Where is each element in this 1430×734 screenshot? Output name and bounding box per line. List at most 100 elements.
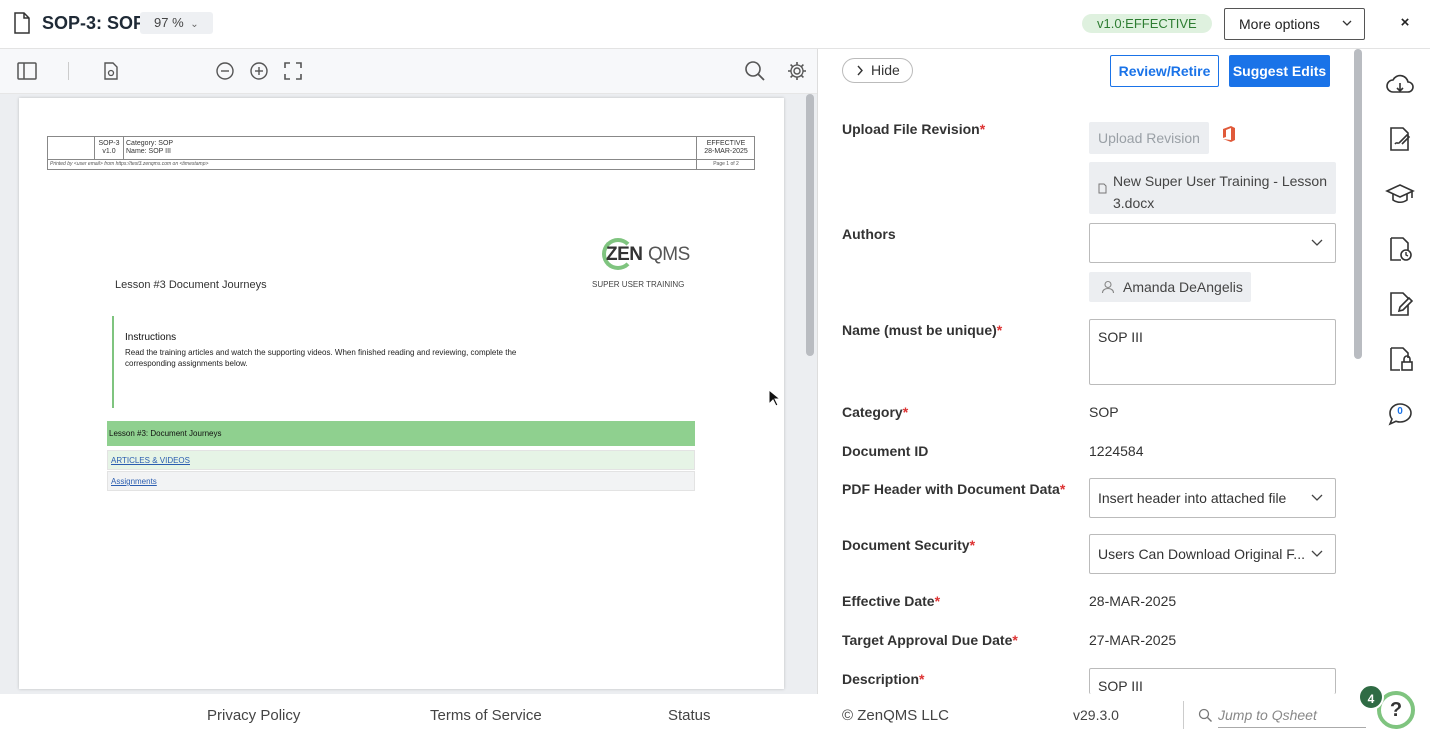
more-options-button[interactable]: More options [1224,8,1365,40]
pdf-category: Category: SOP [126,140,174,147]
zoom-in-icon[interactable] [248,60,270,82]
description-label: Description* [842,671,925,687]
pdf-header-label: PDF Header with Document Data* [842,481,1066,497]
sidebar-toggle-icon[interactable] [16,60,38,82]
chevron-down-icon [1311,550,1323,557]
top-bar [0,0,1430,49]
document-id-label: Document ID [842,443,929,459]
upload-file-revision-label: Upload File Revision* [842,121,986,137]
name-label: Name (must be unique)* [842,322,1003,338]
file-icon [1098,183,1107,194]
office-icon[interactable] [1221,125,1237,143]
authors-label: Authors [842,226,896,242]
qsheet-search-input[interactable]: Jump to Qsheet [1218,707,1317,723]
chevron-down-icon [1311,239,1323,246]
pdf-page [19,98,784,689]
search-icon[interactable] [744,60,766,82]
comment-count: 0 [1397,406,1403,417]
zenqms-logo: ZEN QMS SUPER USER TRAINING [592,238,702,294]
pdf-header-divider [123,136,124,159]
zoom-value: 97 % [154,15,184,30]
user-icon [1101,280,1115,294]
pdf-status: EFFECTIVE [706,140,746,147]
pdf-effective-date: 28-MAR-2025 [704,148,748,155]
effective-date-label: Effective Date* [842,593,941,609]
author-name: Amanda DeAngelis [1123,279,1243,295]
document-security-label: Document Security* [842,537,976,553]
pdf-table-header: Lesson #3: Document Journeys [107,421,695,446]
attached-file-chip[interactable]: New Super User Training - Lesson 3.docx [1089,162,1336,214]
category-label: Category* [842,404,909,420]
document-security-selected: Users Can Download Original F... [1098,546,1305,562]
viewer-scrollbar[interactable] [806,94,814,356]
pdf-printed-by: Printed by <user email> from https://tes… [50,161,209,167]
attached-file-name: New Super User Training - Lesson 3.docx [1113,173,1327,211]
pdf-doc-id: SOP-3 [98,140,120,147]
pdf-doc-version: v1.0 [102,148,116,155]
toolbar-divider [68,62,69,80]
logo-subtitle: SUPER USER TRAINING [592,280,685,289]
document-security-select[interactable]: Users Can Download Original F... [1089,534,1336,574]
author-chip[interactable]: Amanda DeAngelis [1089,272,1251,302]
pdf-name: Name: SOP III [126,148,171,155]
articles-videos-link[interactable]: ARTICLES & VIDEOS [111,456,190,465]
authors-select[interactable] [1089,223,1336,263]
hide-panel-button[interactable]: Hide [842,58,913,83]
help-notification-badge: 4 [1358,684,1384,710]
chevron-down-icon [1311,494,1323,501]
assignments-link[interactable]: Assignments [111,477,157,486]
target-approval-label: Target Approval Due Date* [842,632,1018,648]
suggest-edits-button[interactable]: Suggest Edits [1229,55,1330,87]
copyright: © ZenQMS LLC [842,707,949,724]
zoom-select[interactable]: 97 % ⌄ [140,12,213,34]
document-lock-icon[interactable] [1385,344,1415,374]
chevron-down-icon: ⌄ [190,19,199,30]
fullscreen-icon[interactable] [282,60,304,82]
search-icon [1198,708,1212,722]
app-version: v29.3.0 [1073,707,1119,723]
panel-scrollbar[interactable] [1354,49,1362,359]
chevron-down-icon [1342,20,1352,26]
chevron-right-icon [857,65,863,76]
panel-divider [817,49,818,694]
edit-document-icon[interactable] [1385,289,1415,319]
terms-of-service-link[interactable]: Terms of Service [430,707,542,724]
review-retire-button[interactable]: Review/Retire [1110,55,1219,87]
comment-button[interactable]: 0 [1385,399,1415,429]
pdf-header-rule [47,159,755,160]
status-badge: v1.0:EFFECTIVE [1082,14,1212,33]
effective-date-value: 28-MAR-2025 [1089,593,1177,609]
close-button[interactable]: × [1396,14,1414,32]
mouse-cursor-icon [768,389,780,407]
category-value: SOP [1089,404,1119,420]
instructions-accent-bar [112,316,114,408]
document-id-value: 1224584 [1089,443,1144,459]
description-textarea[interactable]: SOP III [1089,668,1336,694]
pdf-header-divider [94,136,95,159]
footer-divider [1183,701,1184,729]
privacy-policy-link[interactable]: Privacy Policy [207,707,300,724]
document-icon [13,12,31,34]
gear-icon[interactable] [786,60,808,82]
pdf-page-number: Page 1 of 2 [713,161,739,167]
pdf-header-selected: Insert header into attached file [1098,490,1287,506]
training-cap-icon[interactable] [1385,179,1415,209]
hide-label: Hide [871,62,900,78]
pdf-header-select[interactable]: Insert header into attached file [1089,478,1336,518]
more-options-label: More options [1239,16,1320,32]
document-history-icon[interactable] [1385,234,1415,264]
upload-revision-button[interactable]: Upload Revision [1089,122,1209,154]
status-link[interactable]: Status [668,707,711,724]
qsheet-input-underline [1218,727,1366,728]
page-settings-icon[interactable] [100,60,122,82]
pdf-instructions-text: Read the training articles and watch the… [125,348,517,368]
pdf-lesson-title: Lesson #3 Document Journeys [115,279,267,291]
target-approval-value: 27-MAR-2025 [1089,632,1177,648]
viewer-toolbar [0,49,818,94]
name-textarea[interactable]: SOP III [1089,319,1336,385]
pdf-link-row: Assignments [107,471,695,491]
sign-document-icon[interactable] [1385,124,1415,154]
cloud-download-icon[interactable] [1385,70,1415,100]
pdf-link-row: ARTICLES & VIDEOS [107,450,695,470]
zoom-out-icon[interactable] [214,60,236,82]
